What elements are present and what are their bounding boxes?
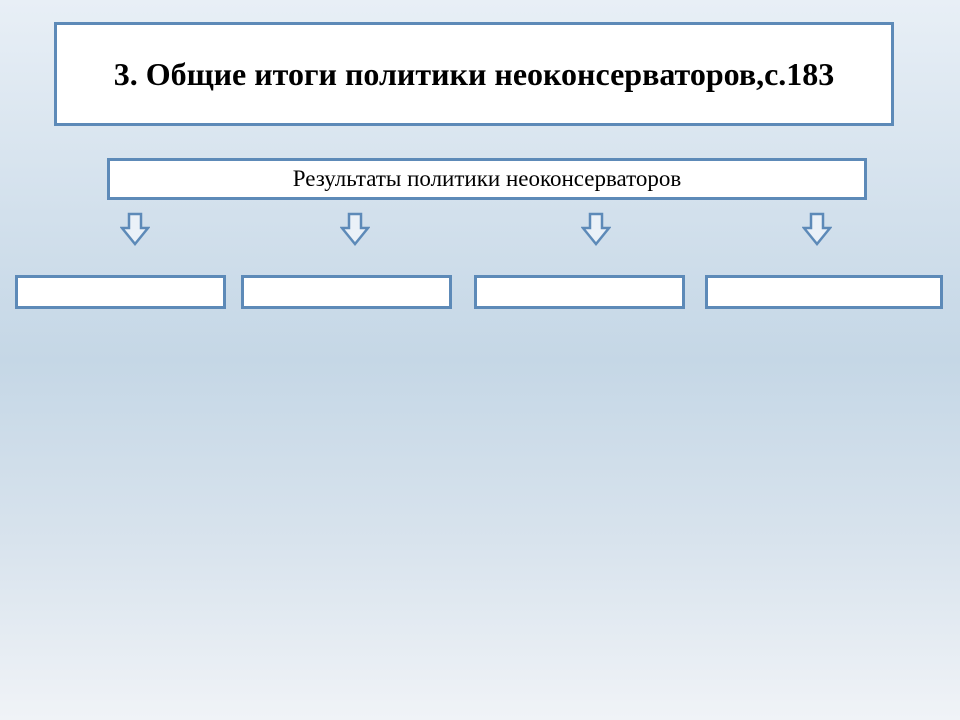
result-box-4 <box>705 275 943 309</box>
arrow-down-icon <box>581 212 611 246</box>
slide-title: 3. Общие итоги политики неоконсерваторов… <box>114 54 835 94</box>
arrow-down-icon <box>802 212 832 246</box>
subtitle-text: Результаты политики неоконсерваторов <box>293 166 682 192</box>
title-box: 3. Общие итоги политики неоконсерваторов… <box>54 22 894 126</box>
result-box-3 <box>474 275 685 309</box>
result-box-1 <box>15 275 226 309</box>
arrow-down-icon <box>340 212 370 246</box>
subtitle-box: Результаты политики неоконсерваторов <box>107 158 867 200</box>
result-box-2 <box>241 275 452 309</box>
result-row <box>0 275 960 315</box>
arrows-row <box>0 212 960 252</box>
arrow-down-icon <box>120 212 150 246</box>
